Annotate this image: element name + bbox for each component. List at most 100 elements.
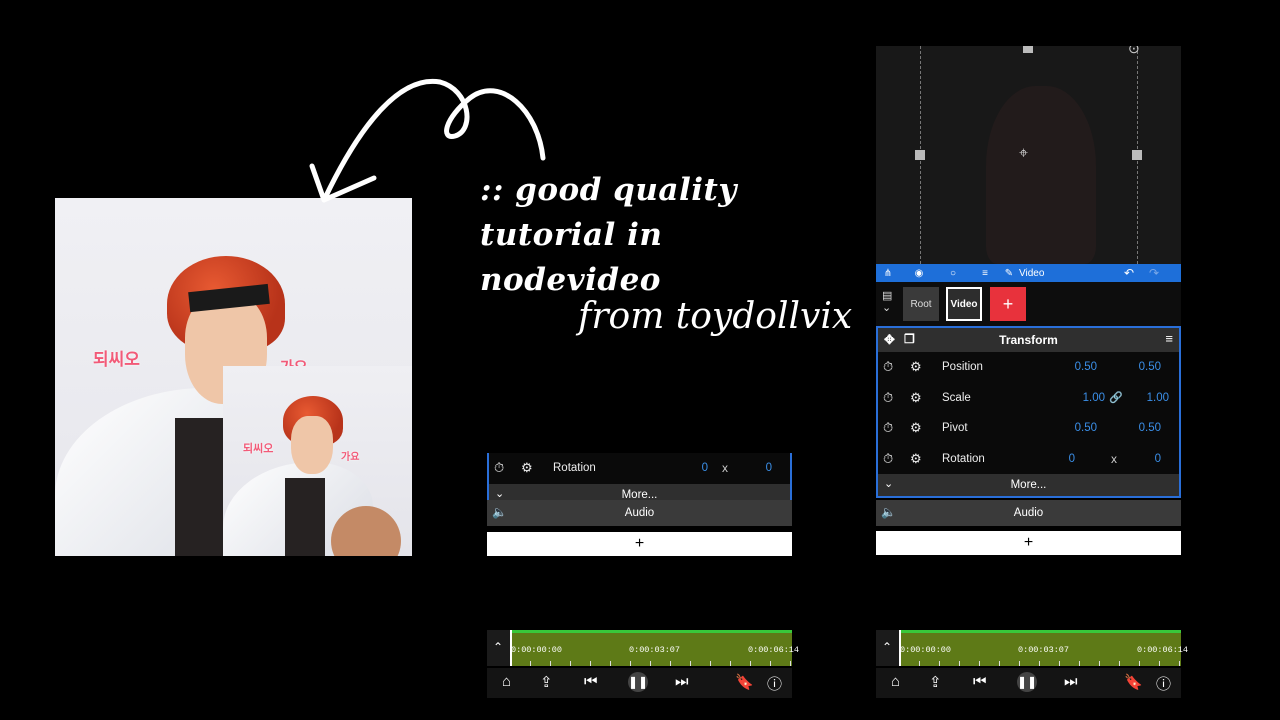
step-forward-icon[interactable]: ⏭ bbox=[675, 673, 689, 690]
property-row-scale[interactable]: ⏱ ⚙ Scale 1.00 🔗 1.00 bbox=[878, 383, 1179, 414]
more-label: More... bbox=[621, 488, 658, 501]
photo-overlay-text-left: 되씨오 bbox=[93, 350, 140, 370]
gear-icon[interactable]: ⚙ bbox=[521, 460, 533, 476]
bookmark-icon[interactable]: 🔖 bbox=[1124, 673, 1143, 691]
speaker-icon: 🔈 bbox=[492, 505, 507, 519]
property-row-rotation[interactable]: ⏱ ⚙ Rotation 0 x 0 bbox=[489, 453, 790, 484]
property-value-2[interactable]: 0.50 bbox=[1139, 422, 1161, 434]
resize-handle-right[interactable] bbox=[1132, 150, 1142, 160]
node-video[interactable]: Video bbox=[946, 287, 982, 321]
inset-face-shape bbox=[291, 416, 333, 474]
keyframe-icon[interactable]: ⏱ bbox=[883, 390, 893, 406]
caption-line-1: :: good quality bbox=[480, 172, 737, 208]
property-row-position[interactable]: ⏱ ⚙ Position 0.50 0.50 bbox=[878, 352, 1179, 383]
keyframe-icon[interactable]: ⏱ bbox=[883, 359, 893, 375]
playback-controls: ⌂ ⇪ ⏮ ❚❚ ⏭ 🔖 ⓘ bbox=[876, 668, 1181, 698]
tutorial-caption: :: good quality tutorial in nodevideo bbox=[480, 168, 780, 303]
property-value-2[interactable]: 1.00 bbox=[1147, 392, 1169, 404]
inset-overlay-text-left: 되씨오 bbox=[243, 442, 274, 455]
audio-label: Audio bbox=[1013, 507, 1044, 519]
chevron-up-icon[interactable]: ⌃ bbox=[882, 640, 892, 654]
property-value-1[interactable]: 0 bbox=[1069, 453, 1075, 465]
property-value-2[interactable]: 0.50 bbox=[1139, 361, 1161, 373]
step-forward-icon[interactable]: ⏭ bbox=[1064, 673, 1078, 690]
audio-layer-button[interactable]: 🔈 Audio bbox=[487, 500, 792, 526]
property-name: Rotation bbox=[553, 462, 596, 475]
add-layer-button[interactable]: + bbox=[876, 531, 1181, 555]
timeline-ticks bbox=[510, 661, 792, 666]
transform-panel: ✥ ❒ Transform ≡ ⏱ ⚙ Position 0.50 0.50 ⏱… bbox=[876, 326, 1181, 498]
timeline-ticks bbox=[899, 661, 1181, 666]
help-icon[interactable]: ⓘ bbox=[1156, 673, 1171, 694]
step-back-icon[interactable]: ⏮ bbox=[584, 673, 598, 690]
cube-icon[interactable]: ❒ bbox=[904, 332, 915, 346]
help-icon[interactable]: ⓘ bbox=[767, 673, 782, 694]
audio-layer-button[interactable]: 🔈 Audio bbox=[876, 500, 1181, 526]
property-value-1[interactable]: 0 bbox=[702, 462, 708, 474]
property-value-1[interactable]: 0.50 bbox=[1075, 361, 1097, 373]
timecode-start: 0:00:00:00 bbox=[900, 645, 952, 655]
add-layer-button[interactable]: + bbox=[487, 532, 792, 556]
property-name: Pivot bbox=[942, 422, 968, 435]
bookmark-icon[interactable]: 🔖 bbox=[735, 673, 754, 691]
link-icon[interactable]: 🔗 bbox=[1109, 391, 1123, 404]
property-name: Scale bbox=[942, 391, 971, 404]
property-value-1[interactable]: 1.00 bbox=[1083, 392, 1105, 404]
property-value-2[interactable]: 0 bbox=[1155, 453, 1161, 465]
node-tree-icon[interactable]: ⋔ bbox=[876, 268, 900, 279]
gear-icon[interactable]: ⚙ bbox=[910, 359, 922, 375]
timecode-end: 0:00:06:14 bbox=[748, 645, 800, 655]
property-value-1[interactable]: 0.50 bbox=[1075, 422, 1097, 434]
property-value-2[interactable]: 0 bbox=[766, 462, 772, 474]
menu-icon[interactable]: ≡ bbox=[968, 268, 1002, 279]
undo-icon[interactable]: ↶ bbox=[1056, 266, 1134, 280]
resize-handle-top[interactable] bbox=[1023, 46, 1033, 53]
add-node-button[interactable]: + bbox=[990, 287, 1026, 321]
audio-label: Audio bbox=[624, 507, 655, 519]
node-list-icon[interactable]: ▤ ⌄ bbox=[882, 290, 892, 314]
chevron-down-icon: ⌄ bbox=[495, 487, 505, 500]
chevron-up-icon[interactable]: ⌃ bbox=[493, 640, 503, 654]
signature: from toydollvix bbox=[578, 296, 853, 337]
gear-icon[interactable]: ⚙ bbox=[910, 451, 922, 467]
export-icon[interactable]: ⇪ bbox=[929, 673, 942, 691]
keyframe-icon[interactable]: ⏱ bbox=[494, 460, 504, 476]
move-icon[interactable]: ✥ bbox=[884, 332, 895, 348]
home-icon[interactable]: ⌂ bbox=[502, 673, 511, 690]
step-back-icon[interactable]: ⏮ bbox=[973, 673, 987, 690]
video-preview[interactable]: ⌖ ⊙ bbox=[876, 46, 1181, 264]
panel-menu-icon[interactable]: ≡ bbox=[1165, 331, 1173, 346]
add-layer-label: + bbox=[634, 535, 645, 552]
pencil-icon[interactable]: ✎ bbox=[1002, 268, 1016, 279]
inset-shirt-shape bbox=[285, 478, 325, 556]
redo-icon[interactable]: ↷ bbox=[1134, 266, 1174, 280]
gear-icon[interactable]: ⚙ bbox=[910, 420, 922, 436]
more-label: More... bbox=[1010, 479, 1047, 491]
timeline[interactable]: ⌃ 0:00:00:00 0:00:03:07 0:00:06:14 bbox=[487, 630, 799, 666]
pause-icon[interactable]: ❚❚ bbox=[1017, 672, 1037, 692]
property-row-rotation[interactable]: ⏱ ⚙ Rotation 0 x 0 bbox=[878, 444, 1179, 475]
pause-icon[interactable]: ❚❚ bbox=[628, 672, 648, 692]
property-name: Rotation bbox=[942, 452, 985, 465]
eye-icon[interactable]: ◉ bbox=[900, 268, 938, 279]
more-button[interactable]: ⌄ More... bbox=[878, 474, 1179, 496]
circle-icon[interactable]: ○ bbox=[938, 268, 968, 279]
speaker-icon: 🔈 bbox=[881, 505, 896, 519]
playback-controls: ⌂ ⇪ ⏮ ❚❚ ⏭ 🔖 ⓘ bbox=[487, 668, 792, 698]
add-layer-label: + bbox=[1023, 534, 1034, 551]
keyframe-icon[interactable]: ⏱ bbox=[883, 451, 893, 467]
anchor-crosshair-icon[interactable]: ⌖ bbox=[1019, 145, 1028, 163]
editor-screen-full: ⌖ ⊙ ⋔ ◉ ○ ≡ ✎ Video ↶ ↷ ▤ ⌄ Root Video + … bbox=[876, 46, 1188, 698]
mode-label[interactable]: Video bbox=[1016, 268, 1056, 279]
keyframe-icon[interactable]: ⏱ bbox=[883, 420, 893, 436]
resize-handle-left[interactable] bbox=[915, 150, 925, 160]
node-root[interactable]: Root bbox=[903, 287, 939, 321]
home-icon[interactable]: ⌂ bbox=[891, 673, 900, 690]
timeline[interactable]: ⌃ 0:00:00:00 0:00:03:07 0:00:06:14 bbox=[876, 630, 1188, 666]
export-icon[interactable]: ⇪ bbox=[540, 673, 553, 691]
caption-line-2: tutorial in bbox=[480, 217, 663, 253]
property-row-pivot[interactable]: ⏱ ⚙ Pivot 0.50 0.50 bbox=[878, 413, 1179, 444]
rotate-handle-icon[interactable]: ⊙ bbox=[1128, 46, 1140, 57]
gear-icon[interactable]: ⚙ bbox=[910, 390, 922, 406]
node-bar: ▤ ⌄ Root Video + bbox=[876, 282, 1181, 326]
